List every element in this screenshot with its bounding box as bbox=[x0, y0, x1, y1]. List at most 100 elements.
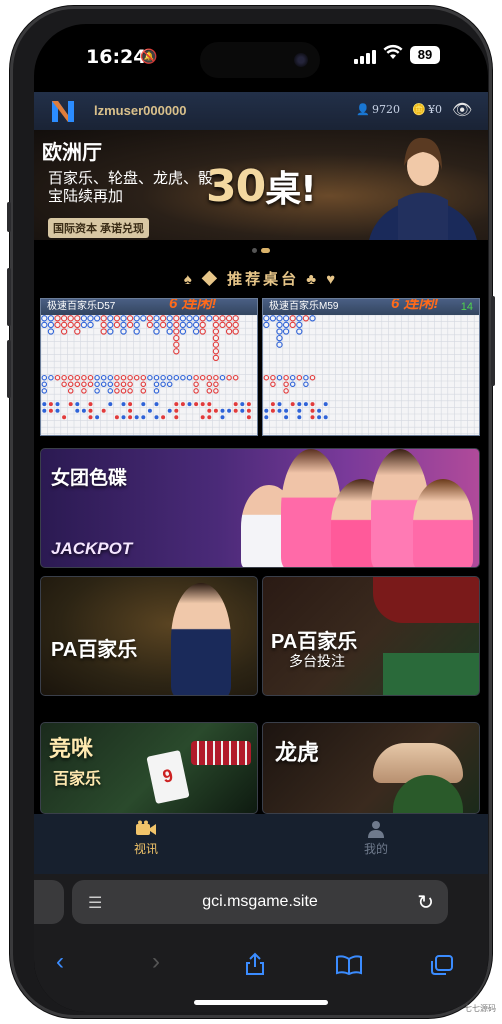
forward-icon[interactable]: › bbox=[152, 948, 160, 976]
screen: 16:24 🔕 89 lzmuser000000 👤 9720 🪙 ¥0 👁 欧… bbox=[34, 24, 488, 1012]
road-bead bbox=[263, 321, 270, 329]
road-dot bbox=[264, 408, 269, 413]
carousel-dot[interactable] bbox=[252, 248, 257, 253]
road-bead bbox=[225, 321, 233, 329]
road-dot bbox=[121, 402, 126, 407]
road-bead bbox=[179, 315, 187, 322]
road-small-bead bbox=[232, 374, 239, 381]
road-small-bead bbox=[61, 374, 67, 381]
road-dot bbox=[62, 415, 67, 420]
road-bead bbox=[309, 315, 316, 322]
road-small-bead bbox=[166, 374, 173, 381]
road-small-bead bbox=[120, 374, 127, 381]
road-bead bbox=[219, 321, 226, 329]
road-small-bead bbox=[213, 374, 219, 381]
road-small-bead bbox=[107, 381, 114, 388]
road-dot bbox=[207, 415, 212, 420]
road-bead bbox=[225, 315, 233, 322]
road-small-bead bbox=[54, 374, 61, 381]
back-icon[interactable]: ‹ bbox=[56, 948, 64, 976]
road-dot bbox=[297, 415, 302, 420]
road-small-bead bbox=[213, 381, 219, 388]
battery-indicator: 89 bbox=[410, 46, 440, 64]
user-profile-icon bbox=[368, 821, 384, 838]
road-small-bead bbox=[206, 374, 213, 381]
road-dot bbox=[207, 408, 212, 413]
road-dot bbox=[220, 415, 225, 420]
road-bead bbox=[289, 321, 296, 329]
road-small-bead bbox=[147, 374, 153, 381]
app-header: lzmuser000000 👤 9720 🪙 ¥0 👁 bbox=[34, 92, 488, 130]
tile-title: 竞咪 bbox=[49, 736, 94, 761]
tile-dragon-tiger[interactable]: 龙虎 bbox=[262, 722, 480, 814]
road-small-bead bbox=[160, 381, 166, 388]
road-dot bbox=[141, 415, 146, 420]
carousel-dot-active[interactable] bbox=[261, 248, 270, 253]
tile-pa-baccarat-multi[interactable]: PA百家乐 多台投注 bbox=[262, 576, 480, 696]
road-small-bead bbox=[153, 381, 160, 388]
road-bead bbox=[166, 315, 173, 322]
road-dot bbox=[246, 408, 251, 413]
road-bead bbox=[74, 315, 81, 322]
road-bead bbox=[192, 328, 200, 335]
road-dot bbox=[200, 415, 205, 420]
section-title: ♠ ◆ 推荐桌台 ♣ ♥ bbox=[183, 271, 339, 288]
road-small-bead bbox=[186, 374, 193, 381]
road-dot bbox=[88, 415, 93, 420]
tile-squeeze-baccarat[interactable]: 竞咪 百家乐 9 bbox=[40, 722, 258, 814]
points-value: 9720 bbox=[372, 103, 400, 116]
eye-icon[interactable]: 👁 bbox=[452, 100, 472, 120]
tab-video[interactable]: 视讯 bbox=[106, 820, 186, 857]
streak-label: 6 连闲! bbox=[391, 298, 439, 312]
tile-pa-baccarat[interactable]: PA百家乐 bbox=[40, 576, 258, 696]
road-small-bead bbox=[67, 374, 74, 381]
roadmap-card[interactable]: 极速百家乐M59 6 连闲! 14 bbox=[262, 298, 480, 436]
road-bead bbox=[276, 321, 283, 329]
road-dot bbox=[297, 408, 302, 413]
address-bar[interactable]: ☰ gci.msgame.site ↻ bbox=[72, 880, 448, 924]
road-dot bbox=[81, 408, 86, 413]
road-dot bbox=[233, 408, 238, 413]
road-bead bbox=[100, 328, 107, 335]
road-small-bead bbox=[94, 381, 100, 388]
road-dot bbox=[270, 408, 275, 413]
road-small-bead bbox=[160, 374, 166, 381]
road-dot bbox=[194, 402, 199, 407]
tile-subtitle: JACKPOT bbox=[51, 539, 133, 558]
road-bead bbox=[113, 315, 121, 322]
dynamic-island bbox=[200, 42, 320, 78]
status-time: 16:24 bbox=[86, 46, 147, 68]
road-dot bbox=[246, 402, 251, 407]
road-dot bbox=[75, 408, 80, 413]
tabs-icon[interactable] bbox=[430, 954, 454, 983]
dealer-figure bbox=[171, 583, 231, 695]
road-dot bbox=[227, 408, 232, 413]
tile-title: 龙虎 bbox=[275, 740, 320, 765]
road-bead bbox=[133, 321, 140, 329]
tile-subtitle: 多台投注 bbox=[289, 653, 345, 669]
bookmarks-icon[interactable] bbox=[336, 954, 362, 982]
road-bead bbox=[107, 328, 114, 335]
road-small-bead bbox=[283, 374, 289, 381]
promo-banner[interactable]: 欧洲厅 百家乐、轮盘、龙虎、骰宝陆续再加 30桌! 国际资本 承诺兑现 bbox=[34, 130, 488, 240]
coin-icon: 🪙 bbox=[412, 103, 426, 116]
url-text: gci.msgame.site bbox=[202, 893, 318, 910]
road-bead bbox=[276, 334, 283, 342]
road-dot bbox=[88, 402, 93, 407]
road-bead bbox=[100, 321, 107, 329]
roadmap-card[interactable]: 极速百家乐D57 6 连闲! bbox=[40, 298, 258, 436]
tile-girl-group-dice[interactable]: 女团色碟 JACKPOT bbox=[40, 448, 480, 568]
road-bead bbox=[276, 328, 283, 335]
road-small-bead bbox=[100, 374, 107, 381]
road-dot bbox=[220, 408, 225, 413]
road-small-bead bbox=[140, 388, 147, 394]
road-bead bbox=[232, 315, 239, 322]
share-icon[interactable] bbox=[244, 952, 266, 982]
road-bead bbox=[120, 328, 127, 335]
road-small-bead bbox=[94, 374, 100, 381]
road-small-bead bbox=[94, 388, 100, 394]
reload-icon[interactable]: ↻ bbox=[417, 890, 434, 915]
road-dot bbox=[167, 408, 172, 413]
previous-tab-preview[interactable] bbox=[34, 880, 64, 924]
tab-mine[interactable]: 我的 bbox=[336, 820, 416, 857]
